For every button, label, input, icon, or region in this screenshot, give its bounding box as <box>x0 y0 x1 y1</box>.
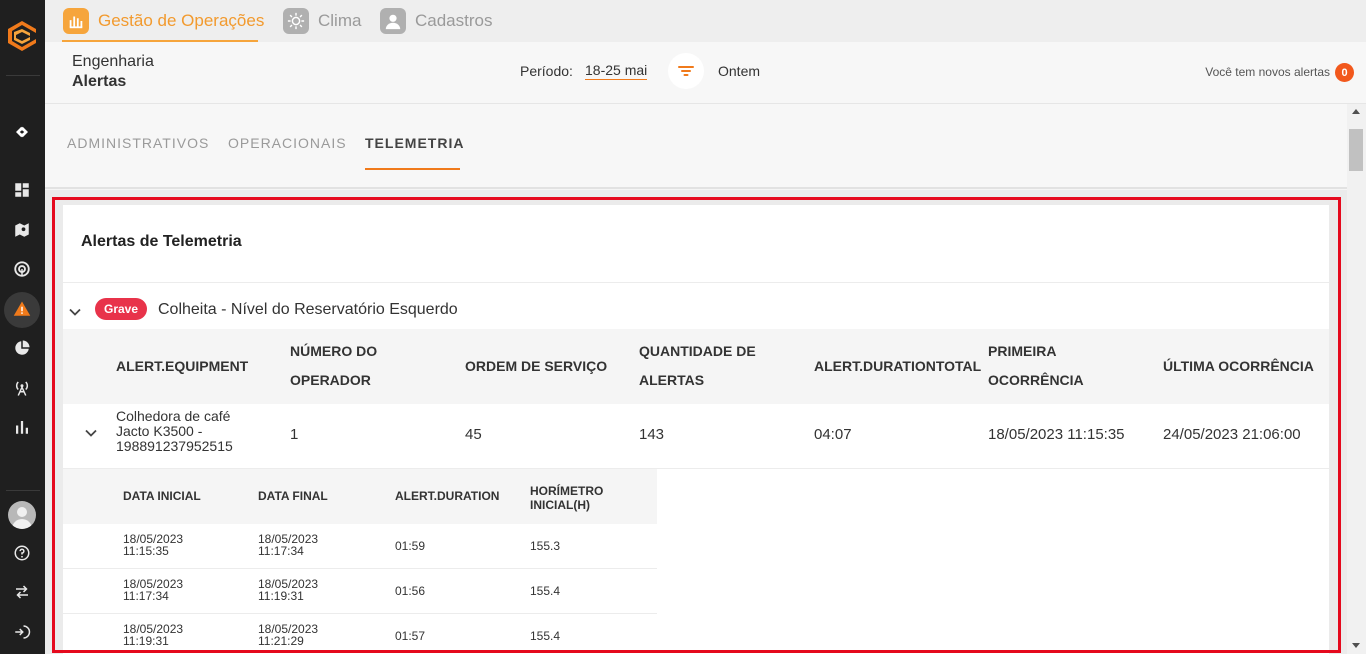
duration-cell: 01:57 <box>395 629 426 643</box>
column-header[interactable]: ALERT.DURATION <box>395 489 499 503</box>
duration-total-cell: 04:07 <box>814 426 852 443</box>
duration-cell: 01:56 <box>395 584 426 598</box>
column-header[interactable]: NÚMERO DO OPERADOR <box>290 337 400 395</box>
tab-operacionais[interactable]: OPERACIONAIS <box>228 135 347 151</box>
last-occurrence-cell: 24/05/2023 21:06:00 <box>1163 426 1301 443</box>
alert-count-cell: 143 <box>639 426 665 443</box>
telemetry-alerts-card: Alertas de Telemetria Grave Colheita - N… <box>63 205 1329 654</box>
content-area: Alertas de Telemetria Grave Colheita - N… <box>45 190 1347 654</box>
hourmeter-cell: 155.4 <box>530 584 561 598</box>
operator-cell: 1 <box>290 426 299 443</box>
antenna-icon[interactable] <box>11 377 33 399</box>
alert-category-tabs: ADMINISTRATIVOS OPERACIONAIS TELEMETRIA <box>45 104 1347 189</box>
signal-icon[interactable] <box>11 258 33 280</box>
table-header: ALERT.EQUIPMENT NÚMERO DO OPERADOR ORDEM… <box>63 329 1329 404</box>
duration-cell: 01:59 <box>395 539 426 553</box>
tab-clima[interactable]: Clima <box>283 0 361 42</box>
column-header[interactable]: PRIMEIRA OCORRÊNCIA <box>988 337 1098 395</box>
tab-administrativos[interactable]: ADMINISTRATIVOS <box>67 135 209 151</box>
service-order-cell: 45 <box>465 426 482 443</box>
chevron-down-icon[interactable] <box>68 305 82 319</box>
column-header[interactable]: QUANTIDADE DE ALERTAS <box>639 337 769 395</box>
tab-gestao-de-operacoes[interactable]: Gestão de Operações <box>63 0 264 42</box>
top-navigation: Gestão de Operações Clima Cadastros <box>45 0 1366 42</box>
user-icon <box>380 8 406 34</box>
sun-icon <box>283 8 309 34</box>
quick-filter-ontem[interactable]: Ontem <box>718 63 760 79</box>
chevron-down-icon[interactable] <box>84 426 98 440</box>
start-date-cell: 18/05/2023 11:17:34 <box>123 577 184 603</box>
sidebar-divider <box>6 490 40 491</box>
breadcrumb[interactable]: Engenharia <box>72 53 154 71</box>
scroll-down-arrow-icon[interactable] <box>1352 643 1360 648</box>
pie-chart-icon[interactable] <box>11 337 33 359</box>
sidebar-divider <box>6 75 40 76</box>
subtable-row[interactable]: 18/05/2023 11:19:31 18/05/2023 11:21:29 01… <box>63 614 657 654</box>
alert-group-title: Colheita - Nível do Reservatório Esquerd… <box>158 301 458 318</box>
table-row[interactable]: Colhedora de café Jacto K3500 - 19889123… <box>63 404 1329 469</box>
scroll-thumb[interactable] <box>1349 129 1363 171</box>
tab-label: Clima <box>318 11 362 30</box>
column-header[interactable]: HORÍMETRO INICIAL(H) <box>530 484 630 512</box>
active-tab-underline <box>365 168 460 170</box>
logout-icon[interactable] <box>11 621 33 643</box>
new-alerts-message[interactable]: Você tem novos alertas <box>1205 65 1330 79</box>
equipment-cell: Colhedora de café Jacto K3500 - 19889123… <box>116 408 233 454</box>
start-date-cell: 18/05/2023 11:19:31 <box>123 622 184 648</box>
tab-cadastros[interactable]: Cadastros <box>380 0 492 42</box>
hourmeter-cell: 155.3 <box>530 539 561 553</box>
alerts-count-badge[interactable]: 0 <box>1335 63 1354 82</box>
scrollbar[interactable] <box>1347 104 1366 654</box>
end-date-cell: 18/05/2023 11:17:34 <box>258 532 319 558</box>
avatar[interactable] <box>8 501 36 529</box>
swap-icon[interactable] <box>11 581 33 603</box>
hourmeter-cell: 155.4 <box>530 629 561 643</box>
divider <box>63 282 1329 283</box>
start-date-cell: 18/05/2023 11:15:35 <box>123 532 184 558</box>
column-header[interactable]: ALERT.DURATIONTOTAL <box>814 352 981 381</box>
help-icon[interactable] <box>11 542 33 564</box>
scroll-up-arrow-icon[interactable] <box>1352 109 1360 114</box>
filter-button[interactable] <box>668 53 704 89</box>
severity-badge: Grave <box>95 298 148 320</box>
first-occurrence-cell: 18/05/2023 11:15:35 <box>988 426 1125 443</box>
column-header[interactable]: DATA FINAL <box>258 489 328 503</box>
subtable-row[interactable]: 18/05/2023 11:15:35 18/05/2023 11:17:34 01… <box>63 524 657 569</box>
tab-label: Gestão de Operações <box>98 11 265 30</box>
logo-icon[interactable] <box>3 17 41 55</box>
alert-group-header[interactable]: Grave Colheita - Nível do Reservatório E… <box>63 293 1329 327</box>
sidebar <box>0 0 45 654</box>
page-title: Alertas <box>72 73 127 90</box>
end-date-cell: 18/05/2023 11:21:29 <box>258 622 319 648</box>
bar-chart-icon[interactable] <box>11 416 33 438</box>
dashboard-icon[interactable] <box>11 179 33 201</box>
column-header[interactable]: ALERT.EQUIPMENT <box>116 352 248 381</box>
operations-icon <box>63 8 89 34</box>
alert-icon[interactable] <box>11 298 33 320</box>
map-icon[interactable] <box>11 219 33 241</box>
subtable-row[interactable]: 18/05/2023 11:17:34 18/05/2023 11:19:31 01… <box>63 569 657 614</box>
tab-telemetria[interactable]: TELEMETRIA <box>365 135 464 151</box>
column-header[interactable]: ÚLTIMA OCORRÊNCIA <box>1163 352 1314 381</box>
column-header[interactable]: ORDEM DE SERVIÇO <box>465 352 607 381</box>
page-header: Engenharia Alertas Período: 18-25 mai On… <box>45 42 1366 104</box>
filter-icon <box>678 66 694 76</box>
end-date-cell: 18/05/2023 11:19:31 <box>258 577 319 603</box>
column-header[interactable]: DATA INICIAL <box>123 489 201 503</box>
integration-icon[interactable] <box>11 121 33 143</box>
card-title: Alertas de Telemetria <box>81 233 242 250</box>
tab-label: Cadastros <box>415 11 493 30</box>
period-label: Período: <box>520 63 573 79</box>
period-selector[interactable]: 18-25 mai <box>585 62 648 80</box>
subtable-header: DATA INICIAL DATA FINAL ALERT.DURATION H… <box>63 469 657 524</box>
